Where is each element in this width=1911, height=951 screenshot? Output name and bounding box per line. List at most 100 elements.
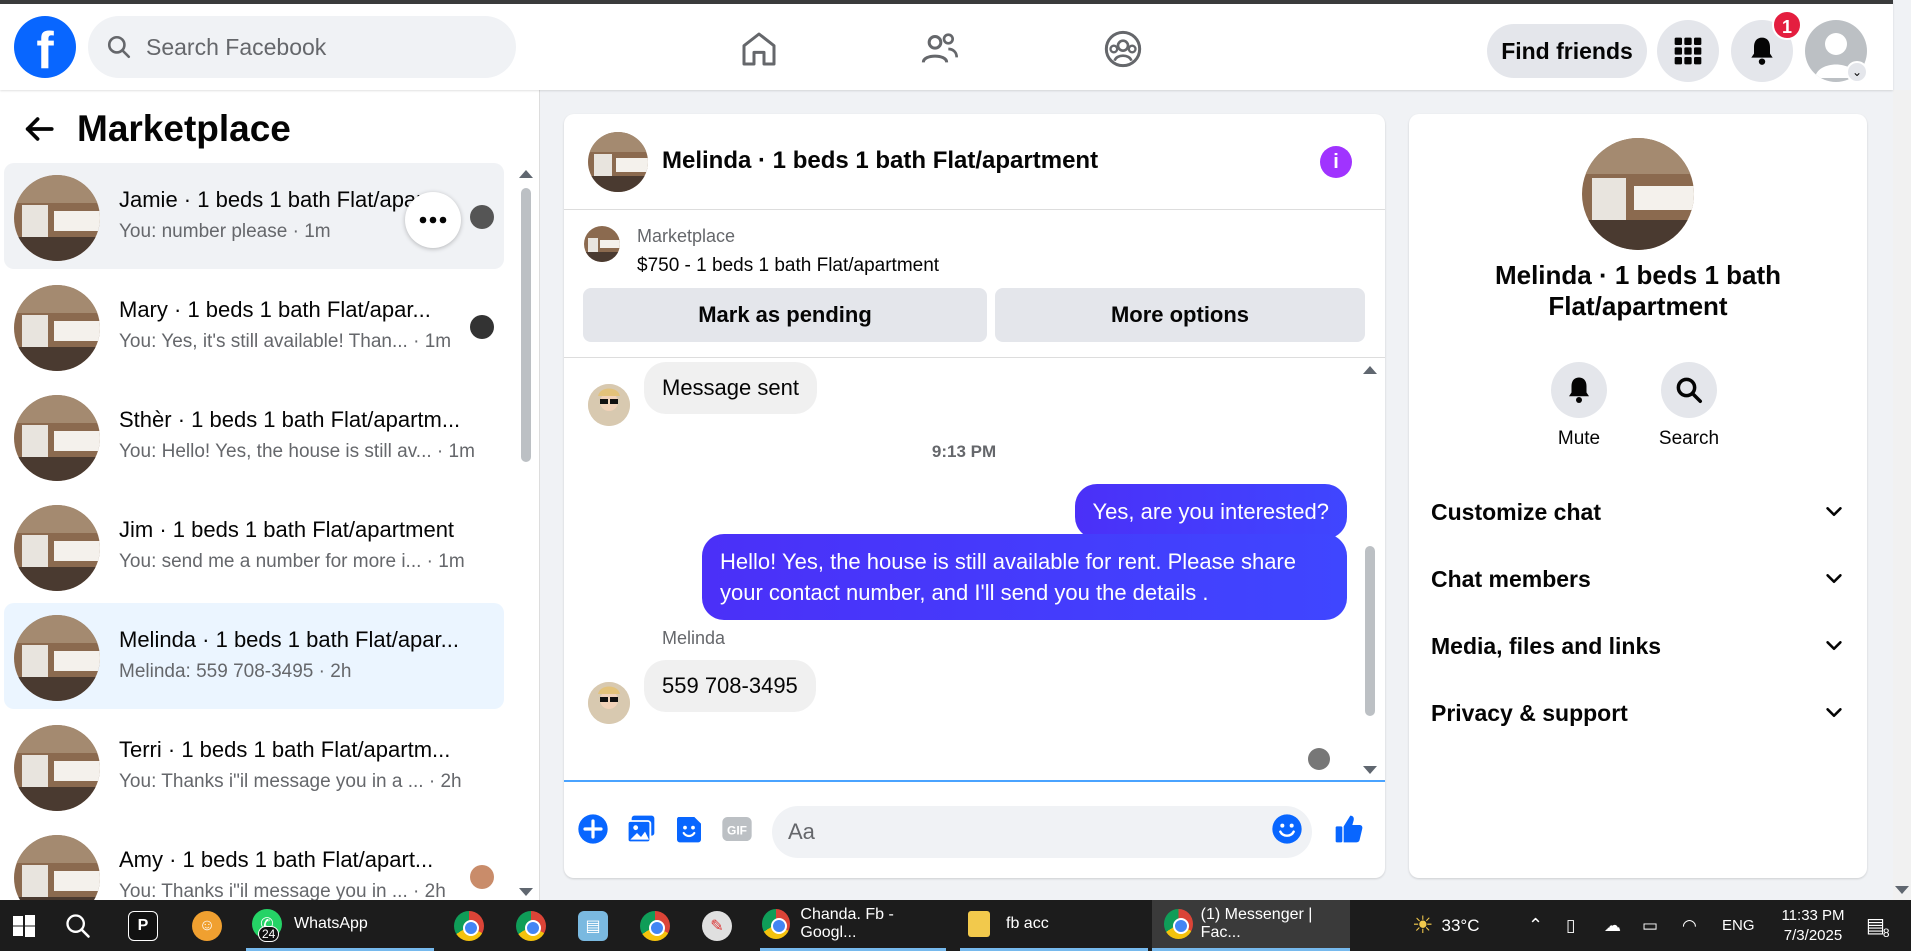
section-label: Customize chat bbox=[1431, 498, 1601, 525]
sticker-icon[interactable] bbox=[672, 812, 706, 846]
chat-panel: Melinda · 1 beds 1 bath Flat/apartment i… bbox=[564, 114, 1385, 878]
listing-thumbnail bbox=[14, 725, 100, 811]
message-composer: GIF bbox=[564, 782, 1385, 878]
message-bubble-incoming[interactable]: Message sent bbox=[644, 362, 817, 414]
home-icon[interactable] bbox=[736, 26, 782, 72]
customize-chat-section[interactable]: Customize chat bbox=[1431, 487, 1845, 537]
taskbar-search-icon[interactable] bbox=[64, 900, 98, 951]
svg-text:GIF: GIF bbox=[727, 823, 747, 837]
conversation-item[interactable]: Amy · 1 beds 1 bath Flat/apart... You: T… bbox=[4, 823, 504, 900]
search-box[interactable] bbox=[88, 16, 516, 78]
section-label: Chat members bbox=[1431, 565, 1591, 592]
sender-avatar[interactable] bbox=[588, 384, 630, 426]
taskbar-whatsapp[interactable]: ✆ 24 WhatsApp bbox=[246, 900, 434, 951]
back-arrow-icon[interactable] bbox=[22, 112, 56, 146]
listing-thumbnail bbox=[14, 505, 100, 591]
weather-temp: 33°C bbox=[1441, 915, 1480, 935]
menu-grid-button[interactable] bbox=[1657, 20, 1719, 82]
wifi-icon[interactable]: ◠ bbox=[1682, 900, 1697, 951]
bell-icon bbox=[1569, 377, 1589, 403]
plus-circle-icon[interactable] bbox=[576, 812, 610, 846]
conversation-snippet: You: Hello! Yes, the house is still av..… bbox=[119, 441, 475, 462]
conversation-snippet: You: Yes, it's still available! Than... … bbox=[119, 331, 452, 352]
message-input[interactable] bbox=[772, 806, 1312, 858]
conversation-snippet: You: Thanks i"il message you in ... · 2h bbox=[119, 881, 446, 900]
app-icon[interactable]: ▤ bbox=[578, 900, 608, 951]
chat-avatar[interactable] bbox=[588, 132, 648, 192]
search-in-chat-button[interactable]: Search bbox=[1639, 362, 1739, 450]
listing-thumbnail[interactable] bbox=[584, 226, 620, 262]
media-files-links-section[interactable]: Media, files and links bbox=[1431, 621, 1845, 671]
weather-widget[interactable]: ☀ 33°C bbox=[1412, 900, 1480, 951]
chevron-up-icon[interactable]: ⌃ bbox=[1528, 900, 1543, 951]
sender-avatar[interactable] bbox=[588, 682, 630, 724]
cloud-icon[interactable]: ☁ bbox=[1604, 900, 1621, 951]
device-icon[interactable]: ▯ bbox=[1566, 900, 1575, 951]
clock[interactable]: 11:33 PM 7/3/2025 bbox=[1772, 900, 1854, 951]
gif-icon[interactable]: GIF bbox=[720, 812, 754, 846]
chat-members-section[interactable]: Chat members bbox=[1431, 554, 1845, 604]
message-bubble-outgoing[interactable]: Hello! Yes, the house is still available… bbox=[702, 534, 1347, 620]
chrome-icon[interactable] bbox=[640, 900, 670, 951]
conversation-snippet: You: send me a number for more i... · 1m bbox=[119, 551, 465, 572]
chat-title: Melinda · 1 beds 1 bath Flat/apartment bbox=[662, 147, 1099, 174]
message-bubble-incoming[interactable]: 559 708-3495 bbox=[644, 660, 816, 712]
conversation-snippet: Melinda: 559 708-3495 · 2h bbox=[119, 661, 352, 682]
paint-icon[interactable]: ✎ bbox=[702, 900, 732, 951]
ellipsis-icon bbox=[419, 216, 447, 224]
conversation-item[interactable]: Mary · 1 beds 1 bath Flat/apar... You: Y… bbox=[4, 273, 504, 379]
conversation-details-panel: Melinda · 1 beds 1 bath Flat/apartment M… bbox=[1409, 114, 1867, 878]
windows-taskbar: P ☺ ✆ 24 WhatsApp ▤ ✎ Chanda. Fb - Googl… bbox=[0, 900, 1911, 951]
chrome-icon[interactable] bbox=[454, 900, 484, 951]
notification-badge: 1 bbox=[1772, 10, 1802, 40]
more-options-button[interactable] bbox=[405, 192, 461, 248]
find-friends-button[interactable]: Find friends bbox=[1487, 24, 1647, 78]
page-scrollbar[interactable] bbox=[1893, 90, 1911, 900]
taskbar-messenger-window[interactable]: (1) Messenger | Fac... bbox=[1152, 900, 1350, 951]
clock-time: 11:33 PM bbox=[1781, 907, 1845, 924]
search-input[interactable] bbox=[146, 33, 486, 61]
grid-icon bbox=[1674, 37, 1702, 65]
conversation-name: Sthèr · 1 beds 1 bath Flat/apartm... bbox=[119, 407, 461, 432]
message-thread: Message sent 9:13 PM Yes, are you intere… bbox=[564, 358, 1385, 782]
chrome-icon[interactable] bbox=[516, 900, 546, 951]
taskbar-folder[interactable]: fb acc bbox=[960, 900, 1148, 951]
chevron-down-icon bbox=[1826, 708, 1842, 718]
details-avatar[interactable] bbox=[1582, 138, 1694, 250]
conversation-list-scrollbar[interactable] bbox=[519, 170, 533, 898]
conversation-item-active[interactable]: Melinda · 1 beds 1 bath Flat/apar... Mel… bbox=[4, 603, 504, 709]
section-label: Media, files and links bbox=[1431, 632, 1662, 659]
conversation-item[interactable]: Sthèr · 1 beds 1 bath Flat/apartm... You… bbox=[4, 383, 504, 489]
mark-as-pending-button[interactable]: Mark as pending bbox=[583, 288, 987, 342]
conversation-item[interactable]: Jim · 1 beds 1 bath Flat/apartment You: … bbox=[4, 493, 504, 599]
facebook-logo[interactable]: f bbox=[14, 16, 76, 78]
notification-center-icon[interactable]: ▤ 8 bbox=[1866, 900, 1890, 951]
language-indicator[interactable]: ENG bbox=[1722, 900, 1755, 951]
photo-icon[interactable] bbox=[624, 812, 658, 846]
mute-button[interactable]: Mute bbox=[1529, 362, 1629, 450]
windows-start-icon[interactable] bbox=[12, 900, 42, 951]
app-icon[interactable]: ☺ bbox=[192, 900, 222, 951]
privacy-support-section[interactable]: Privacy & support bbox=[1431, 688, 1845, 738]
info-icon[interactable]: i bbox=[1320, 146, 1352, 178]
top-navigation-bar: f Find friends 1 ⌄ bbox=[0, 0, 1893, 90]
seen-avatar bbox=[470, 865, 494, 889]
section-label: Privacy & support bbox=[1431, 699, 1628, 726]
thread-scrollbar[interactable] bbox=[1362, 366, 1378, 776]
listing-price: $750 - 1 beds 1 bath Flat/apartment bbox=[637, 255, 940, 276]
battery-icon[interactable]: ▭ bbox=[1642, 900, 1658, 951]
message-bubble-outgoing[interactable]: Yes, are you interested? bbox=[1074, 484, 1347, 539]
chevron-down-icon[interactable]: ⌄ bbox=[1846, 61, 1868, 83]
groups-icon[interactable] bbox=[1100, 26, 1146, 72]
friends-icon[interactable] bbox=[917, 26, 963, 72]
taskbar-chrome-window[interactable]: Chanda. Fb - Googl... bbox=[760, 900, 946, 951]
thumbs-up-icon[interactable] bbox=[1332, 812, 1366, 846]
app-icon[interactable]: P bbox=[128, 900, 158, 951]
more-options-button[interactable]: More options bbox=[995, 288, 1365, 342]
chevron-down-icon bbox=[1826, 574, 1842, 584]
conversation-name: Terri · 1 beds 1 bath Flat/apartm... bbox=[119, 737, 451, 762]
conversation-item[interactable]: Terri · 1 beds 1 bath Flat/apartm... You… bbox=[4, 713, 504, 819]
page-title: Marketplace bbox=[77, 108, 291, 149]
bell-icon bbox=[1751, 37, 1773, 65]
emoji-icon[interactable] bbox=[1270, 812, 1304, 846]
